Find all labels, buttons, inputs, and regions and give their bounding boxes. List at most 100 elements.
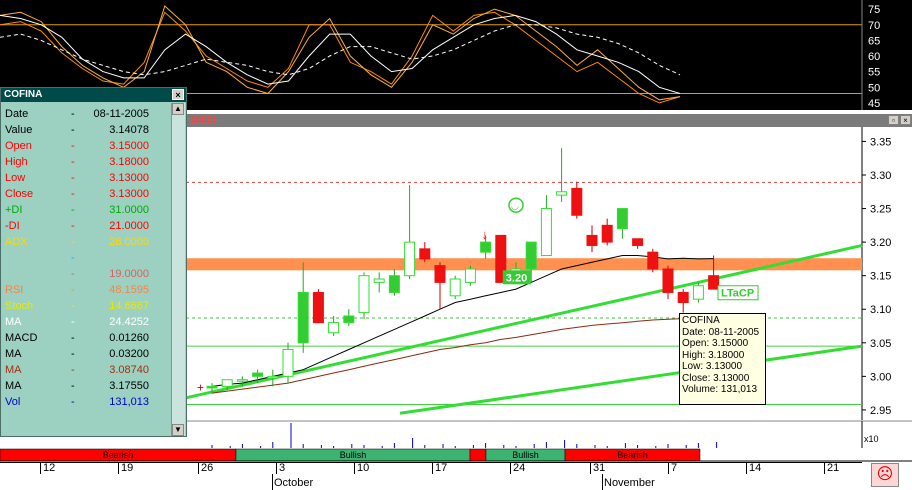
candle-body	[586, 234, 598, 246]
price-tick-label: 2.95	[870, 405, 891, 417]
data-window-row: Open - 3.15000	[5, 138, 173, 154]
row-key: Value	[5, 124, 33, 136]
row-value: 0.01260	[109, 332, 149, 344]
stoch-line-fast	[0, 5, 681, 101]
row-key: Low	[5, 172, 26, 184]
row-value: 3.13000	[109, 172, 149, 184]
price-tick-label: 3.35	[870, 136, 891, 148]
price-tick-label: 3.25	[870, 204, 891, 216]
row-dash: -	[71, 124, 75, 136]
data-window-row: Vol - 131,013	[5, 394, 173, 410]
day-tick	[824, 462, 825, 474]
day-label: 10	[357, 462, 370, 474]
data-window-row: Value - 3.14078	[5, 122, 173, 138]
crosshair-icon: +	[197, 380, 204, 394]
candle-body	[708, 275, 720, 290]
stoch-tick-label: 75	[868, 4, 880, 16]
row-value: 31.0000	[109, 204, 149, 216]
row-key: MA	[5, 316, 22, 328]
stoch-tick-label: 60	[868, 51, 880, 63]
candle-body	[312, 291, 324, 324]
trend-bands: Bearish Bullish Bullish Bearish	[0, 448, 912, 462]
candle-body	[282, 349, 294, 377]
trendline-lower	[399, 344, 863, 415]
month-tick	[602, 474, 603, 490]
sentiment-button[interactable]: ☹	[871, 463, 899, 487]
price-tick-label: 3.20	[870, 237, 891, 249]
data-window-row: - 19.0000	[5, 266, 173, 282]
day-tick	[432, 462, 433, 474]
price-tick-label: 3.00	[870, 371, 891, 383]
data-window-row: MA - 24.4252	[5, 314, 173, 330]
trend-band	[469, 448, 487, 462]
stoch-tick-label: 65	[868, 35, 880, 47]
candle-tooltip: COFINA Date: 08-11-2005 Open: 3.15000 High:…	[679, 313, 766, 405]
data-window-scrollbar[interactable]: ▲ ▼	[171, 103, 185, 436]
data-window-titlebar[interactable]: COFINA ×	[1, 88, 186, 102]
trend-band-label: Bearish	[103, 450, 134, 460]
candle-body	[373, 278, 385, 283]
row-dash: -	[71, 268, 75, 280]
candle-body	[525, 241, 537, 270]
row-key: MA	[5, 364, 22, 376]
day-label: 17	[435, 462, 448, 474]
day-tick	[118, 462, 119, 474]
stoch-tick-label: 55	[868, 67, 880, 79]
row-dash: -	[71, 316, 75, 328]
row-dash: -	[71, 396, 75, 408]
row-key: -DI	[5, 220, 20, 232]
row-value: 3.14078	[109, 124, 149, 136]
close-icon[interactable]: ×	[172, 89, 184, 100]
candle-body	[449, 278, 461, 297]
row-key: Date	[5, 108, 29, 120]
day-tick	[354, 462, 355, 474]
scroll-down-icon[interactable]: ▼	[172, 424, 184, 436]
trend-band-label: Bullish	[512, 450, 539, 460]
day-tick	[746, 462, 747, 474]
trend-band-label: Bullish	[340, 450, 367, 460]
candle-label: 3.20	[506, 272, 527, 284]
data-window-row: -	[5, 250, 173, 266]
stoch-tick-label: 50	[868, 82, 880, 94]
candle-body	[662, 268, 674, 293]
row-value: 26.0000	[109, 236, 149, 248]
row-dash: -	[71, 172, 75, 184]
candle-body	[221, 379, 233, 387]
tooltip-line: Open: 3.15000	[682, 338, 749, 349]
row-key: High	[5, 156, 28, 168]
row-value: 19.0000	[109, 268, 149, 280]
day-tick	[590, 462, 591, 474]
sad-face-icon: ☹	[876, 466, 894, 483]
candle-body	[206, 385, 218, 389]
candle-body	[404, 241, 416, 277]
candle-body	[297, 291, 309, 344]
row-dash: -	[71, 364, 75, 376]
day-label: 14	[749, 462, 762, 474]
day-label: 19	[121, 462, 134, 474]
data-window-row: +DI - 31.0000	[5, 202, 173, 218]
day-tick	[40, 462, 41, 474]
data-window-row: Date - 08-11-2005	[5, 106, 173, 122]
row-key: MA	[5, 348, 22, 360]
row-dash: -	[71, 108, 75, 120]
data-window-row: RSI - 48.1595	[5, 282, 173, 298]
trendline-label: LTaCP	[721, 288, 754, 300]
candle-body	[677, 291, 689, 304]
row-value: 3.13000	[109, 188, 149, 200]
candle-body	[692, 285, 704, 300]
data-window[interactable]: COFINA × Date - 08-11-2005 Value - 3.14078 Ope…	[0, 87, 187, 437]
day-tick	[276, 462, 277, 474]
data-window-row: MA - 3.08740	[5, 362, 173, 378]
row-key: Vol	[5, 396, 21, 408]
trend-band-label: Bearish	[617, 450, 648, 460]
sell-arrow-icon: ↓	[573, 200, 580, 215]
time-axis-line	[0, 462, 862, 463]
row-value: 3.08740	[109, 364, 149, 376]
row-dash: -	[71, 188, 75, 200]
candle-body	[647, 251, 659, 270]
scroll-up-icon[interactable]: ▲	[172, 103, 184, 115]
row-value: 3.15000	[109, 140, 149, 152]
row-value: 21.0000	[109, 220, 149, 232]
data-window-row: MA - 3.17550	[5, 378, 173, 394]
day-label: 12	[43, 462, 56, 474]
